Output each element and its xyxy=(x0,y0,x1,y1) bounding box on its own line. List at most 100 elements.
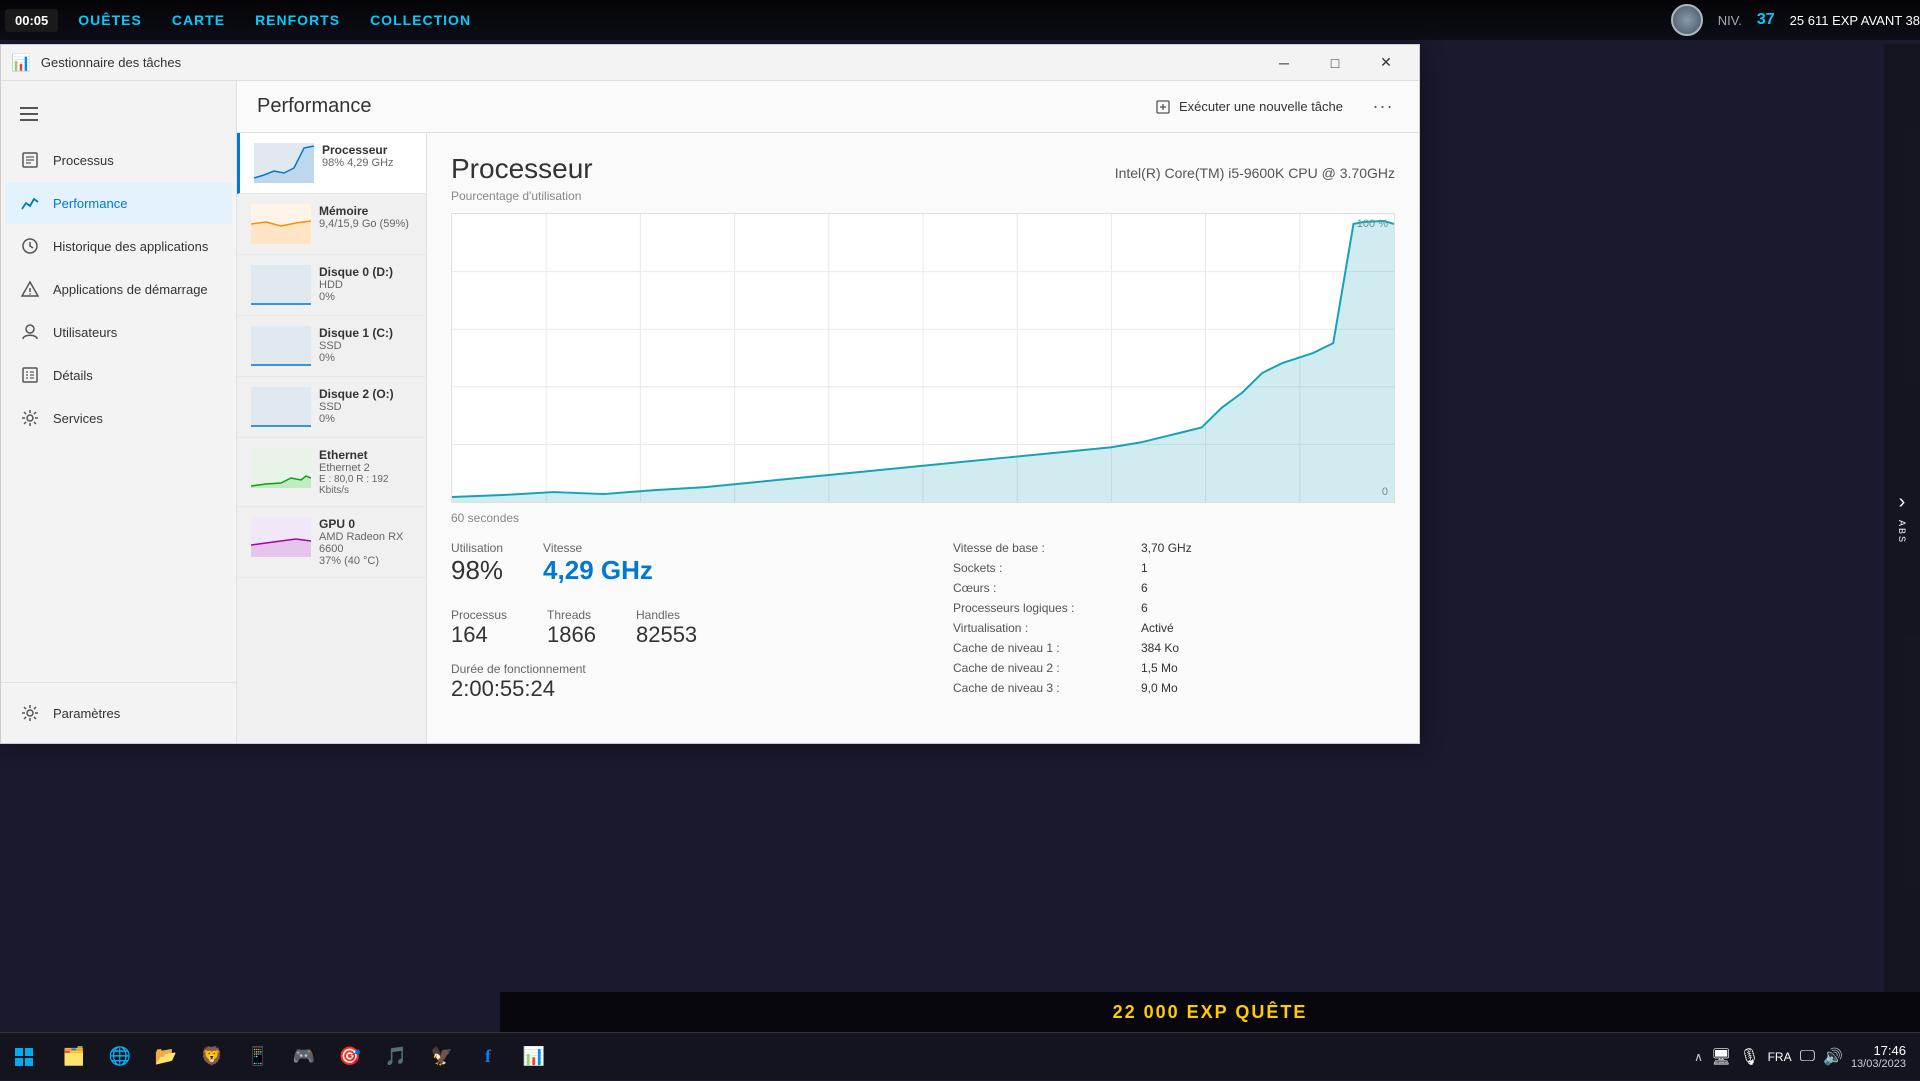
main-panel: Performance Exécuter une nouvelle tâche … xyxy=(237,81,1419,743)
demarrage-icon xyxy=(21,280,39,298)
game-level: 37 xyxy=(1757,11,1775,29)
sidebar-item-historique[interactable]: Historique des applications xyxy=(5,225,232,267)
utilisation-vitesse-group: Utilisation 98% Vitesse 4,29 GHz xyxy=(451,541,923,586)
maximize-button[interactable]: □ xyxy=(1312,45,1358,81)
taskbar-app-music[interactable]: 🎵 xyxy=(374,1035,418,1079)
info-key-7: Cache de niveau 3 : xyxy=(953,681,1133,695)
taskbar-app-epic[interactable]: 🎮 xyxy=(282,1035,326,1079)
info-val-2: 6 xyxy=(1141,581,1148,595)
threads-value: 1866 xyxy=(547,622,596,648)
taskbar-volume-icon[interactable]: 🔊 xyxy=(1823,1047,1843,1067)
game-right: NIV. 37 25 611 EXP AVANT 38 xyxy=(1671,4,1920,36)
info-val-4: Activé xyxy=(1141,621,1174,635)
sidebar-top: Processus Performance Historique des app… xyxy=(1,81,236,682)
sidebar-item-performance[interactable]: Performance xyxy=(5,182,232,224)
taskbar-app-explorer[interactable]: 🗂️ xyxy=(52,1035,96,1079)
game-nav: OUÊTES CARTE RENFORTS COLLECTION xyxy=(78,12,471,28)
taskbar-apps: 🗂️ 🌐 📂 🦁 📱 🎮 🎯 🎵 🦅 f 📊 xyxy=(48,1035,560,1079)
perf-cpu-name: Intel(R) Core(TM) i5-9600K CPU @ 3.70GHz xyxy=(1115,165,1395,181)
stats-right: Vitesse de base : 3,70 GHz Sockets : 1 C… xyxy=(923,541,1395,702)
taskbar-display-icon[interactable]: 🖵 xyxy=(1800,1048,1815,1066)
services-icon xyxy=(21,409,39,427)
device-item-disk1[interactable]: Disque 1 (C:) SSD 0% xyxy=(237,316,426,377)
taskbar-right: ∧ 🖥 🎙 FRA 🖵 🔊 17:46 13/03/2023 xyxy=(1694,1043,1920,1070)
gpu-mini-graph xyxy=(251,517,311,557)
sidebar-item-details[interactable]: Détails xyxy=(5,354,232,396)
sidebar-item-utilisateurs[interactable]: Utilisateurs xyxy=(5,311,232,353)
cpu-mini-graph xyxy=(254,143,314,183)
game-side-arrow[interactable]: › ABS xyxy=(1884,44,1920,992)
taskbar-date-display: 13/03/2023 xyxy=(1851,1058,1906,1070)
gpu-pct: 37% (40 °C) xyxy=(319,555,412,567)
sidebar-label-details: Détails xyxy=(53,368,93,383)
panel-title: Performance xyxy=(257,95,1125,118)
start-button[interactable] xyxy=(0,1033,48,1081)
taskbar-lang: FRA xyxy=(1768,1050,1792,1064)
windows-icon xyxy=(14,1047,34,1067)
minimize-button[interactable]: ─ xyxy=(1261,45,1307,81)
device-item-disk2[interactable]: Disque 2 (O:) SSD 0% xyxy=(237,377,426,438)
info-val-1: 1 xyxy=(1141,561,1148,575)
taskbar-app-gog[interactable]: 🦅 xyxy=(420,1035,464,1079)
device-item-gpu[interactable]: GPU 0 AMD Radeon RX 6600 37% (40 °C) xyxy=(237,507,426,578)
nav-carte[interactable]: CARTE xyxy=(172,12,225,28)
taskbar-app-files[interactable]: 📂 xyxy=(144,1035,188,1079)
side-arrow-icon: › xyxy=(1899,491,1906,514)
info-val-6: 1,5 Mo xyxy=(1141,661,1178,675)
game-topbar: 00:05 OUÊTES CARTE RENFORTS COLLECTION N… xyxy=(0,0,1920,40)
taskbar-mic-icon[interactable]: 🎙 xyxy=(1739,1047,1759,1067)
taskbar-app-chrome[interactable]: 🌐 xyxy=(98,1035,142,1079)
historique-icon xyxy=(21,237,39,255)
taskbar-app-f[interactable]: f xyxy=(466,1035,510,1079)
taskbar-app-gaming2[interactable]: 🎯 xyxy=(328,1035,372,1079)
disk0-info: Disque 0 (D:) HDD 0% xyxy=(319,265,412,303)
device-item-cpu[interactable]: Processeur 98% 4,29 GHz xyxy=(237,133,426,194)
info-key-3: Processeurs logiques : xyxy=(953,601,1133,615)
nav-quetes[interactable]: OUÊTES xyxy=(78,12,142,28)
sidebar-item-parametres[interactable]: Paramètres xyxy=(5,692,232,734)
utilisation-label: Utilisation xyxy=(451,541,503,555)
taskbar: 🗂️ 🌐 📂 🦁 📱 🎮 🎯 🎵 🦅 f 📊 ∧ 🖥 🎙 FRA 🖵 🔊 17:… xyxy=(0,1032,1920,1080)
performance-chart: 100 % 0 xyxy=(451,213,1395,503)
close-button[interactable]: ✕ xyxy=(1363,45,1409,81)
more-button[interactable]: ··· xyxy=(1367,91,1399,123)
device-item-disk0[interactable]: Disque 0 (D:) HDD 0% xyxy=(237,255,426,316)
sidebar-label-processus: Processus xyxy=(53,153,114,168)
info-row-7: Cache de niveau 3 : 9,0 Mo xyxy=(953,681,1395,695)
eth-name: Ethernet xyxy=(319,448,412,462)
taskbar-app-mobile[interactable]: 📱 xyxy=(236,1035,280,1079)
new-task-button[interactable]: Exécuter une nouvelle tâche xyxy=(1141,93,1357,121)
nav-renforts[interactable]: RENFORTS xyxy=(255,12,340,28)
hamburger-menu[interactable] xyxy=(9,94,49,134)
info-row-1: Sockets : 1 xyxy=(953,561,1395,575)
sidebar-item-services[interactable]: Services xyxy=(5,397,232,439)
duree-label: Durée de fonctionnement xyxy=(451,662,923,676)
sidebar-item-processus[interactable]: Processus xyxy=(5,139,232,181)
disk0-type: HDD xyxy=(319,279,412,291)
eth-type: Ethernet 2 xyxy=(319,462,412,474)
taskbar-time[interactable]: 17:46 13/03/2023 xyxy=(1851,1043,1906,1070)
disk1-type: SSD xyxy=(319,340,412,352)
cpu-sub: 98% 4,29 GHz xyxy=(322,157,412,169)
proc-threads-handles-group: Processus 164 Threads 1866 Handles 82553 xyxy=(451,600,923,648)
device-item-memory[interactable]: Mémoire 9,4/15,9 Go (59%) xyxy=(237,194,426,255)
game-exp: 25 611 EXP AVANT 38 xyxy=(1790,13,1920,28)
taskbar-app-taskmanager[interactable]: 📊 xyxy=(512,1035,556,1079)
sidebar-label-historique: Historique des applications xyxy=(53,239,208,254)
nav-collection[interactable]: COLLECTION xyxy=(370,12,471,28)
game-level-label: NIV. xyxy=(1718,13,1742,28)
performance-icon xyxy=(21,194,39,212)
device-item-ethernet[interactable]: Ethernet Ethernet 2 E : 80,0 R : 192 Kbi… xyxy=(237,438,426,507)
sidebar-item-demarrage[interactable]: Applications de démarrage xyxy=(5,268,232,310)
taskbar-network-icon[interactable]: 🖥 xyxy=(1711,1047,1731,1067)
info-key-1: Sockets : xyxy=(953,561,1133,575)
sidebar-label-utilisateurs: Utilisateurs xyxy=(53,325,117,340)
processus-icon xyxy=(21,151,39,169)
game-timer: 00:05 xyxy=(5,9,58,32)
taskbar-app-brave[interactable]: 🦁 xyxy=(190,1035,234,1079)
taskmanager-body: Processus Performance Historique des app… xyxy=(1,81,1419,743)
processus-stat: Processus 164 xyxy=(451,600,507,648)
mem-info: Mémoire 9,4/15,9 Go (59%) xyxy=(319,204,412,230)
taskbar-chevron-icon[interactable]: ∧ xyxy=(1694,1050,1703,1064)
side-label-tabs: ABS xyxy=(1897,520,1907,544)
